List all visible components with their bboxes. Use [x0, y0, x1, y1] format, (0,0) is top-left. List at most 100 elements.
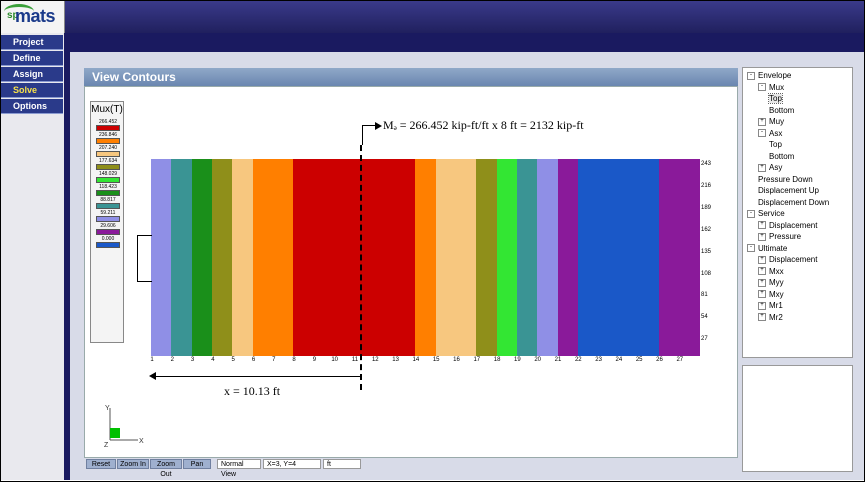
- grid-cell: [578, 169, 599, 182]
- grid-cell: [232, 323, 254, 335]
- nav-assign-button[interactable]: Assign: [1, 67, 63, 82]
- nav-options-button[interactable]: Options: [1, 99, 63, 114]
- nav-define-button[interactable]: Define: [1, 51, 63, 66]
- grid-cell: [191, 279, 213, 291]
- tree-node[interactable]: Displacement Up: [758, 186, 819, 196]
- tree-node[interactable]: + Pressure: [758, 232, 801, 242]
- tree-node-label: Asx: [769, 128, 783, 138]
- collapse-icon[interactable]: -: [758, 83, 766, 92]
- expand-icon[interactable]: +: [758, 301, 766, 310]
- grid-cell: [639, 345, 660, 357]
- pan-button[interactable]: Pan: [183, 459, 211, 469]
- grid-cell: [679, 268, 701, 280]
- grid-cell: [496, 323, 518, 335]
- expand-icon[interactable]: +: [758, 163, 766, 172]
- grid-cell: [659, 180, 681, 193]
- grid-cell: [171, 345, 193, 357]
- tree-node[interactable]: Bottom: [769, 152, 794, 162]
- grid-cell: [435, 180, 457, 193]
- column-label: 19: [514, 357, 521, 363]
- collapse-icon[interactable]: -: [747, 209, 755, 218]
- grid-cell: [435, 224, 457, 237]
- grid-cell: [639, 246, 660, 258]
- grid-cell: [598, 290, 620, 302]
- tree-node[interactable]: + Asy: [758, 163, 782, 173]
- grid-cell: [354, 224, 376, 237]
- grid-cell: [618, 257, 640, 269]
- expand-icon[interactable]: +: [758, 278, 766, 287]
- grid-cell: [598, 301, 620, 313]
- moment-annotation: Mₔ = 266.452 kip-ft/ft x 8 ft = 2132 kip…: [383, 118, 584, 132]
- grid-cell: [598, 312, 620, 324]
- grid-cell: [313, 235, 335, 248]
- tree-node[interactable]: - Asx: [758, 129, 782, 139]
- grid-cell: [537, 246, 559, 258]
- tree-node[interactable]: Top: [769, 140, 782, 150]
- grid-cell: [476, 213, 498, 226]
- collapse-icon[interactable]: -: [747, 71, 755, 80]
- grid-cell: [496, 268, 518, 280]
- tree-node[interactable]: + Displacement: [758, 255, 817, 265]
- tree-node[interactable]: Bottom: [769, 106, 794, 116]
- grid-cell: [537, 191, 559, 204]
- tree-node[interactable]: + Mxy: [758, 290, 784, 300]
- grid-cell: [659, 268, 681, 280]
- expand-icon[interactable]: +: [758, 117, 766, 126]
- legend-level: 118.423: [96, 184, 120, 196]
- grid-cell: [679, 213, 701, 226]
- grid-cell: [476, 323, 498, 335]
- tree-node[interactable]: Top: [768, 93, 783, 104]
- grid-cell: [273, 235, 294, 248]
- legend-level: 59.211: [96, 210, 120, 222]
- tree-node[interactable]: - Envelope: [747, 71, 791, 81]
- grid-cell: [232, 191, 254, 204]
- legend-level: 236.846: [96, 132, 120, 144]
- results-tree[interactable]: - Envelope - Mux Top Bottom + Muy - Asx Top Bottom +…: [742, 67, 853, 358]
- tree-node[interactable]: + Mr1: [758, 301, 783, 311]
- grid-cell: [191, 246, 213, 258]
- tree-node[interactable]: - Mux: [758, 83, 784, 93]
- expand-icon[interactable]: +: [758, 232, 766, 241]
- grid-cell: [517, 290, 538, 302]
- grid-cell: [395, 246, 416, 258]
- expand-icon[interactable]: +: [758, 255, 766, 264]
- tree-node[interactable]: Displacement Down: [758, 198, 829, 208]
- expand-icon[interactable]: +: [758, 313, 766, 322]
- nav-solve-button[interactable]: Solve: [1, 83, 63, 98]
- grid-cell: [639, 323, 660, 335]
- collapse-icon[interactable]: -: [758, 129, 766, 138]
- tree-node[interactable]: - Ultimate: [747, 244, 787, 254]
- grid-cell: [252, 312, 274, 324]
- axis-x-label: X: [139, 438, 144, 445]
- collapse-icon[interactable]: -: [747, 244, 755, 253]
- tree-node[interactable]: Pressure Down: [758, 175, 813, 185]
- column-label: 22: [574, 357, 582, 363]
- grid-cell: [476, 279, 498, 291]
- grid-cell: [476, 334, 498, 346]
- grid-cell: [252, 301, 274, 313]
- grid-cell: [151, 159, 172, 171]
- grid-cell: [293, 235, 315, 248]
- tree-node[interactable]: - Service: [747, 209, 785, 219]
- grid-cell: [232, 224, 254, 237]
- expand-icon[interactable]: +: [758, 267, 766, 276]
- grid-cell: [151, 213, 172, 226]
- contour-grid[interactable]: [151, 159, 701, 357]
- tree-node[interactable]: + Muy: [758, 117, 784, 127]
- tree-node[interactable]: + Displacement: [758, 221, 817, 231]
- grid-cell: [618, 279, 640, 291]
- column-label: 16: [453, 357, 460, 363]
- expand-icon[interactable]: +: [758, 221, 766, 230]
- zoom-out-button[interactable]: Zoom Out: [150, 459, 182, 478]
- grid-cell: [578, 213, 599, 226]
- reset-button[interactable]: Reset: [86, 459, 116, 469]
- expand-icon[interactable]: +: [758, 290, 766, 299]
- grid-cell: [659, 159, 681, 171]
- nav-project-button[interactable]: Project: [1, 35, 63, 50]
- grid-cell: [354, 257, 376, 269]
- tree-node[interactable]: + Myy: [758, 278, 784, 288]
- tree-node[interactable]: + Mxx: [758, 267, 784, 277]
- grid-cell: [618, 224, 640, 237]
- tree-node[interactable]: + Mr2: [758, 313, 783, 323]
- zoom-in-button[interactable]: Zoom In: [117, 459, 149, 469]
